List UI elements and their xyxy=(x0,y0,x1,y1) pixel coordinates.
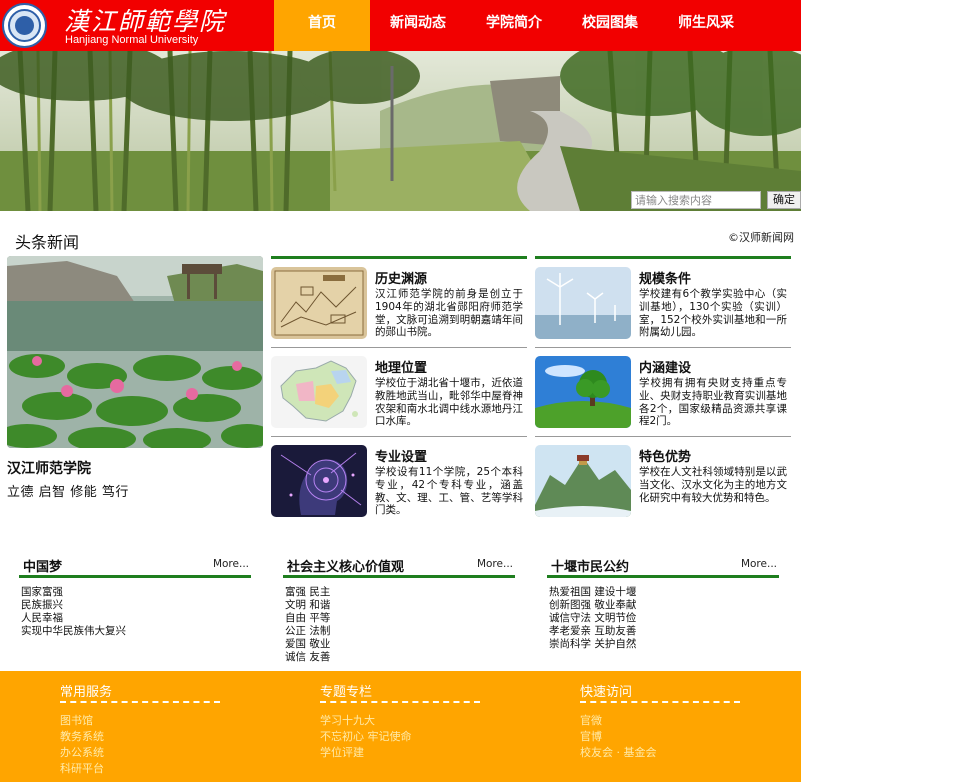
card-title: 专业设置 xyxy=(375,450,428,465)
list-item: 孝老爱亲 互助友善 xyxy=(549,625,637,637)
list-item: 实现中华民族伟大复兴 xyxy=(21,625,126,637)
card-title: 历史渊源 xyxy=(375,272,428,287)
footer-link[interactable]: 校友会 · 基金会 xyxy=(580,745,740,761)
more-link[interactable]: More... xyxy=(741,558,777,570)
card-features[interactable]: 特色优势 学校在人文社科领域特别是以武当文化、汉水文化为主的地方文化研究中有较大… xyxy=(535,437,791,526)
tree-field-image xyxy=(535,356,631,428)
card-history[interactable]: 历史渊源 汉江师范学院的前身是创立于1904年的湖北省郧阳府师范学堂，文脉可追溯… xyxy=(271,259,527,348)
top-header: 漢江師範學院 Hanjiang Normal University 首页 新闻动… xyxy=(0,0,801,51)
lotus-pond-image[interactable] xyxy=(7,256,263,448)
list-item: 富强 民主 xyxy=(285,586,331,598)
search-input[interactable] xyxy=(631,191,761,209)
card-majors[interactable]: 专业设置 学校设有11个学院，25个本科专业，42个专科专业，涵盖教、文、理、工… xyxy=(271,437,527,526)
box-title: 十堰市民公约 xyxy=(551,560,630,575)
card-development[interactable]: 内涵建设 学校拥有拥有央财支持重点专业、央财支持职业教育实训基地各2个，国家级精… xyxy=(535,348,791,437)
digital-head-image xyxy=(271,445,367,517)
card-text: 学校设有11个学院，25个本科专业，42个专科专业，涵盖教、文、理、工、管、艺等… xyxy=(375,466,523,517)
site-footer: 常用服务 图书馆 教务系统 办公系统 科研平台 专题专栏 学习十九大 不忘初心 … xyxy=(0,671,801,782)
footer-link[interactable]: 办公系统 xyxy=(60,745,220,761)
wind-turbine-image xyxy=(535,267,631,339)
bamboo-path-banner-image xyxy=(0,51,801,211)
list-item: 公正 法制 xyxy=(285,625,331,637)
list-item: 国家富强 xyxy=(21,586,63,598)
nav-home[interactable]: 首页 xyxy=(274,0,370,51)
card-text: 汉江师范学院的前身是创立于1904年的湖北省郧阳府师范学堂，文脉可追溯到明朝嘉靖… xyxy=(375,288,523,339)
bamboo-path-illustration xyxy=(0,51,801,211)
footer-column-title: 专题专栏 xyxy=(320,681,480,703)
card-scale[interactable]: 规模条件 学校建有6个教学实验中心（实训基地），130个实验（实训）室，152个… xyxy=(535,259,791,348)
main-nav: 首页 新闻动态 学院简介 校园图集 师生风采 xyxy=(274,0,754,51)
box-china-dream: 中国梦 More... 国家富强 民族振兴 人民幸福 实现中华民族伟大复兴 xyxy=(19,550,251,638)
nav-news[interactable]: 新闻动态 xyxy=(370,0,466,51)
list-item: 爱国 敬业 xyxy=(285,638,331,650)
more-link[interactable]: More... xyxy=(477,558,513,570)
box-citizen-pact: 十堰市民公约 More... 热爱祖国 建设十堰 创新图强 敬业奉献 诚信守法 … xyxy=(547,550,779,651)
footer-column-services: 常用服务 图书馆 教务系统 办公系统 科研平台 xyxy=(60,681,220,777)
card-text: 学校位于湖北省十堰市，近依道教胜地武当山，毗邻华中屋脊神农架和南水北调中线水源地… xyxy=(375,377,523,428)
mountain-temple-image xyxy=(535,445,631,517)
list-item: 民族振兴 xyxy=(21,599,63,611)
footer-link[interactable]: 图书馆 xyxy=(60,713,220,729)
headline-section-title: 头条新闻 xyxy=(15,233,80,252)
box-title: 中国梦 xyxy=(23,560,63,575)
ancient-map-image xyxy=(271,267,367,339)
footer-column-title: 常用服务 xyxy=(60,681,220,703)
search-button[interactable]: 确定 xyxy=(767,191,801,209)
card-text: 学校建有6个教学实验中心（实训基地），130个实验（实训）室，152个校外实训基… xyxy=(639,288,787,339)
footer-link[interactable]: 官博 xyxy=(580,729,740,745)
footer-link[interactable]: 科研平台 xyxy=(60,761,220,777)
card-column-left: 历史渊源 汉江师范学院的前身是创立于1904年的湖北省郧阳府师范学堂，文脉可追溯… xyxy=(271,256,527,526)
logo-chinese-name: 漢江師範學院 xyxy=(64,7,227,36)
logo-english-name: Hanjiang Normal University xyxy=(65,34,199,46)
list-item: 人民幸福 xyxy=(21,612,63,624)
card-text: 学校在人文社科领域特别是以武当文化、汉水文化为主的地方文化研究中有较大优势和特色… xyxy=(639,466,787,504)
card-title: 内涵建设 xyxy=(639,361,692,376)
card-title: 特色优势 xyxy=(639,450,692,465)
footer-column-title: 快速访问 xyxy=(580,681,740,703)
list-item: 诚信守法 文明节俭 xyxy=(549,612,637,624)
footer-link[interactable]: 学习十九大 xyxy=(320,713,480,729)
footer-link[interactable]: 教务系统 xyxy=(60,729,220,745)
footer-link[interactable]: 学位评建 xyxy=(320,745,480,761)
card-text: 学校拥有拥有央财支持重点专业、央财支持职业教育实训基地各2个，国家级精品资源共享… xyxy=(639,377,787,428)
card-column-right: 规模条件 学校建有6个教学实验中心（实训基地），130个实验（实训）室，152个… xyxy=(535,256,791,526)
list-item: 热爱祖国 建设十堰 xyxy=(549,586,637,598)
more-link[interactable]: More... xyxy=(213,558,249,570)
footer-link[interactable]: 不忘初心 牢记使命 xyxy=(320,729,480,745)
feature-motto: 立德 启智 修能 笃行 xyxy=(7,485,129,500)
china-map-image xyxy=(271,356,367,428)
box-core-values: 社会主义核心价值观 More... 富强 民主 文明 和谐 自由 平等 公正 法… xyxy=(283,550,515,664)
card-location[interactable]: 地理位置 学校位于湖北省十堰市，近依道教胜地武当山，毗邻华中屋脊神农架和南水北调… xyxy=(271,348,527,437)
list-item: 创新图强 敬业奉献 xyxy=(549,599,637,611)
nav-gallery[interactable]: 校园图集 xyxy=(562,0,658,51)
list-item: 崇尚科学 关护自然 xyxy=(549,638,637,650)
list-item: 诚信 友善 xyxy=(285,651,331,663)
list-item: 文明 和谐 xyxy=(285,599,331,611)
footer-column-topics: 专题专栏 学习十九大 不忘初心 牢记使命 学位评建 xyxy=(320,681,480,761)
box-title: 社会主义核心价值观 xyxy=(287,560,405,575)
card-title: 地理位置 xyxy=(375,361,428,376)
nav-people[interactable]: 师生风采 xyxy=(658,0,754,51)
footer-link[interactable]: 官微 xyxy=(580,713,740,729)
school-logo[interactable]: 漢江師範學院 Hanjiang Normal University xyxy=(0,0,274,51)
feature-title[interactable]: 汉江师范学院 xyxy=(7,458,91,478)
list-item: 自由 平等 xyxy=(285,612,331,624)
footer-column-quick-access: 快速访问 官微 官博 校友会 · 基金会 xyxy=(580,681,740,761)
card-title: 规模条件 xyxy=(639,272,692,287)
nav-about[interactable]: 学院简介 xyxy=(466,0,562,51)
school-seal-icon xyxy=(2,3,47,48)
news-source-label[interactable]: ©汉师新闻网 xyxy=(728,229,794,245)
